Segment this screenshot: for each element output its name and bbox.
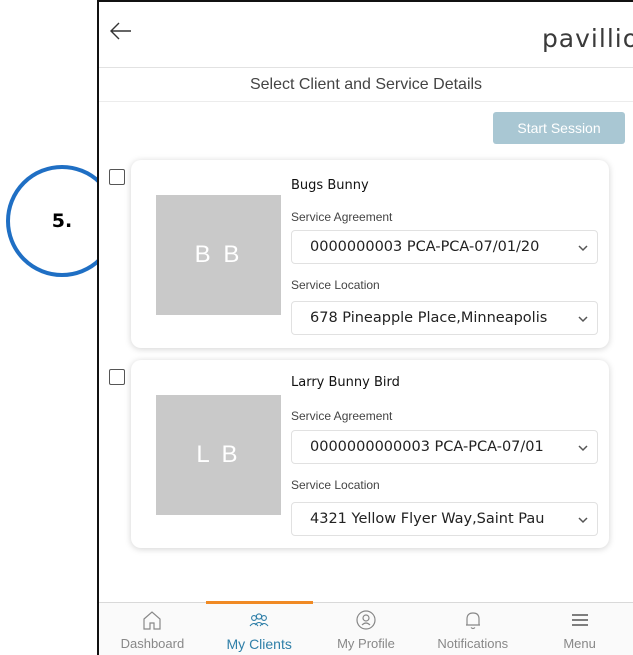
service-location-select[interactable]: 678 Pineapple Place,Minneapolis [291, 301, 598, 335]
home-icon [143, 611, 161, 630]
service-agreement-label: Service Agreement [291, 409, 393, 423]
nav-label: Menu [563, 636, 596, 651]
nav-label: My Profile [337, 636, 395, 651]
service-agreement-select[interactable]: 0000000003 PCA-PCA-07/01/20 [291, 230, 598, 264]
service-location-value: 4321 Yellow Flyer Way,Saint Pau [310, 511, 545, 527]
chevron-down-icon [578, 245, 588, 252]
page-title: Select Client and Service Details [99, 68, 633, 102]
service-agreement-label: Service Agreement [291, 210, 393, 224]
service-location-label: Service Location [291, 478, 380, 492]
step-number: 5. [51, 210, 73, 232]
service-location-label: Service Location [291, 278, 380, 292]
nav-my-profile[interactable]: My Profile [313, 603, 420, 655]
client-avatar: B B [156, 195, 281, 315]
client-avatar: L B [156, 395, 281, 515]
clients-icon [249, 613, 269, 627]
chevron-down-icon [578, 316, 588, 323]
nav-my-clients[interactable]: My Clients [205, 601, 313, 655]
client-name: Larry Bunny Bird [291, 375, 400, 390]
service-agreement-value: 0000000000003 PCA-PCA-07/01 [310, 439, 544, 455]
nav-menu[interactable]: Menu [526, 603, 633, 655]
service-agreement-value: 0000000003 PCA-PCA-07/01/20 [310, 239, 540, 255]
chevron-down-icon [578, 445, 588, 452]
pavillio-logo: pavillio [542, 24, 633, 53]
nav-notifications[interactable]: Notifications [419, 603, 526, 655]
service-location-value: 678 Pineapple Place,Minneapolis [310, 310, 548, 326]
logo-text: pavillio [541, 24, 633, 53]
client-select-checkbox[interactable] [109, 169, 125, 185]
app-header: pavillio [99, 2, 633, 68]
profile-icon [356, 610, 376, 630]
nav-label: Notifications [437, 636, 509, 651]
client-card: B B Bugs Bunny Service Agreement 0000000… [131, 160, 609, 348]
active-tab-indicator [205, 601, 313, 604]
nav-label: Dashboard [120, 636, 185, 651]
bell-icon [465, 612, 480, 630]
chevron-down-icon [578, 517, 588, 524]
back-arrow-icon[interactable] [109, 19, 133, 43]
client-name: Bugs Bunny [291, 178, 369, 193]
nav-dashboard[interactable]: Dashboard [99, 603, 206, 655]
service-agreement-select[interactable]: 0000000000003 PCA-PCA-07/01 [291, 430, 598, 464]
phone-screen: pavillio Select Client and Service Detai… [97, 0, 633, 655]
client-select-checkbox[interactable] [109, 369, 125, 385]
start-session-button[interactable]: Start Session [493, 112, 625, 144]
client-card: L B Larry Bunny Bird Service Agreement 0… [131, 360, 609, 548]
bottom-navigation: Dashboard My Clients My Profile Notifica… [99, 601, 633, 655]
nav-label: My Clients [226, 636, 292, 652]
service-location-select[interactable]: 4321 Yellow Flyer Way,Saint Pau [291, 502, 598, 536]
menu-icon [571, 614, 588, 626]
